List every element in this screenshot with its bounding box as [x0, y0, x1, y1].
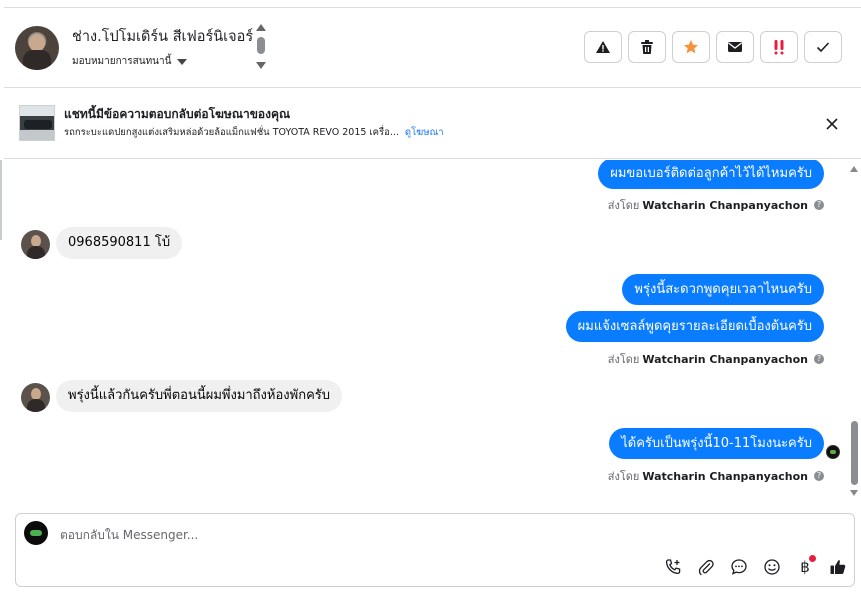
message-incoming[interactable]: 0968590811 โบ้ — [56, 227, 183, 259]
mark-done-button[interactable] — [804, 31, 842, 63]
message-outgoing[interactable]: ผมขอเบอร์ติดต่อลูกค้าไว้ได้ไหมครับ — [598, 160, 824, 189]
info-icon[interactable]: ? — [814, 354, 824, 364]
contact-name[interactable]: ช่าง.โปโมเดิร์น สีเฟอร์นิเจอร์ — [72, 25, 253, 48]
info-icon[interactable]: ? — [814, 200, 824, 210]
sender-name[interactable]: Watcharin Chanpanyachon — [642, 353, 808, 366]
star-icon — [684, 40, 698, 54]
arrow-down-icon[interactable] — [256, 62, 266, 69]
notification-dot — [809, 555, 816, 562]
message-outgoing[interactable]: ได้ครับเป็นพรุ่งนี้10-11โมงนะครับ — [609, 428, 824, 459]
star-button[interactable] — [672, 31, 710, 63]
exclamation-icon — [774, 40, 784, 55]
ad-banner-title: แชทนี้มีข้อความตอบกลับต่อโฆษณาของคุณ — [64, 107, 291, 121]
message-outgoing[interactable]: พรุ่งนี้สะดวกพูดคุยเวลาไหนครับ — [622, 274, 824, 305]
scroll-thumb[interactable] — [851, 421, 858, 485]
sent-by-label: ส่งโดย Watcharin Chanpanyachon ? — [608, 350, 824, 368]
thumbs-up-icon — [830, 560, 846, 574]
add-call-button[interactable] — [662, 556, 684, 578]
sent-by-prefix: ส่งโดย — [607, 470, 640, 483]
payment-button[interactable]: ฿ — [794, 555, 816, 578]
assign-label: มอบหมายการสนทนานี้ — [72, 56, 172, 67]
view-ad-link[interactable]: ดูโฆษณา — [405, 127, 444, 138]
contact-avatar-small[interactable] — [21, 383, 50, 412]
follow-up-button[interactable] — [760, 31, 798, 63]
emoji-button[interactable] — [761, 556, 783, 578]
like-button[interactable] — [827, 556, 849, 578]
header-scroll-control[interactable] — [255, 24, 267, 72]
check-icon — [816, 42, 830, 53]
saved-replies-button[interactable] — [728, 556, 750, 578]
assign-conversation-dropdown[interactable]: มอบหมายการสนทนานี้ — [72, 54, 188, 69]
arrow-up-icon[interactable] — [850, 166, 858, 172]
sender-name[interactable]: Watcharin Chanpanyachon — [642, 199, 808, 212]
conversation-header: ช่าง.โปโมเดิร์น สีเฟอร์นิเจอร์ มอบหมายกา… — [4, 8, 861, 88]
add-call-icon — [665, 559, 681, 575]
paperclip-icon — [698, 559, 714, 576]
envelope-icon — [728, 42, 742, 52]
message-incoming[interactable]: พรุ่งนี้แล้วกันครับพี่ตอนนี้ผมพึ่งมาถึงห… — [56, 380, 342, 412]
chat-bubble-icon — [731, 559, 747, 575]
message-outgoing[interactable]: ผมแจ้งเซลล์พูดคุยรายละเอียดเบื้องต้นครับ — [565, 311, 824, 342]
sent-by-label: ส่งโดย Watcharin Chanpanyachon ? — [608, 467, 824, 485]
warning-icon — [596, 41, 610, 53]
page-avatar — [24, 521, 48, 545]
contact-avatar[interactable] — [15, 26, 59, 70]
ad-banner-description: รถกระบะแดปยกสูงแต่งเสริมหล่อด้วยล้อแม็กแ… — [64, 125, 444, 140]
mark-unread-button[interactable] — [716, 31, 754, 63]
close-icon[interactable] — [824, 116, 840, 132]
info-icon[interactable]: ? — [814, 471, 824, 481]
thread-scrollbar[interactable] — [848, 160, 861, 500]
sent-by-prefix: ส่งโดย — [607, 199, 640, 212]
sender-name[interactable]: Watcharin Chanpanyachon — [642, 470, 808, 483]
sent-by-label: ส่งโดย Watcharin Chanpanyachon ? — [608, 196, 824, 214]
delete-button[interactable] — [628, 31, 666, 63]
reply-composer: ฿ — [15, 513, 855, 587]
attach-button[interactable] — [695, 556, 717, 578]
scroll-thumb[interactable] — [257, 37, 265, 54]
trash-icon — [641, 40, 653, 54]
contact-avatar-small[interactable] — [21, 230, 50, 259]
left-panel-edge — [0, 160, 2, 240]
message-thread[interactable]: ผมขอเบอร์ติดต่อลูกค้าไว้ได้ไหมครับ ส่งโด… — [4, 160, 861, 510]
baht-icon: ฿ — [800, 558, 810, 576]
ad-thumbnail[interactable] — [19, 105, 55, 141]
report-spam-button[interactable] — [584, 31, 622, 63]
arrow-up-icon[interactable] — [256, 24, 266, 31]
composer-tools: ฿ — [662, 555, 849, 578]
seen-avatar — [826, 445, 840, 459]
ad-description-text: รถกระบะแดปยกสูงแต่งเสริมหล่อด้วยล้อแม็กแ… — [64, 127, 399, 138]
emoji-icon — [764, 559, 780, 575]
sent-by-prefix: ส่งโดย — [607, 353, 640, 366]
reply-input[interactable] — [60, 525, 660, 545]
chevron-down-icon — [177, 58, 188, 65]
ad-reply-banner: แชทนี้มีข้อความตอบกลับต่อโฆษณาของคุณ รถก… — [4, 89, 861, 159]
arrow-down-icon[interactable] — [850, 490, 858, 496]
header-actions — [584, 31, 842, 63]
